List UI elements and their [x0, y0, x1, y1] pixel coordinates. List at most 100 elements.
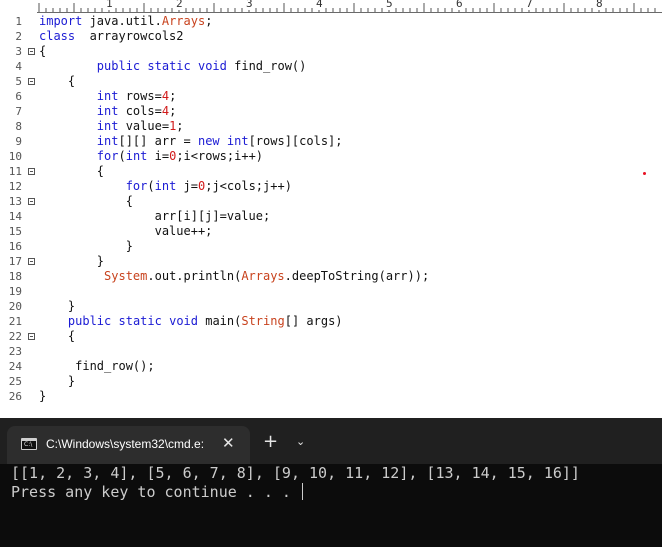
code-token: .out.println( — [147, 269, 242, 283]
code-token: int — [125, 149, 148, 163]
line-number: 25 — [8, 375, 22, 388]
code-line[interactable]: int rows=4; — [39, 89, 177, 104]
code-editor[interactable]: 12345678 1 2 3 4 5 6 7 8 9 10 11 12 13 14 15 16 17 18 19 20… — [0, 0, 662, 418]
code-token: { — [39, 44, 47, 58]
code-line[interactable]: value++; — [39, 224, 213, 239]
code-line[interactable]: System.out.println(Arrays.deepToString(a… — [39, 269, 429, 284]
line-number: 13 — [8, 195, 22, 208]
code-line[interactable]: } — [39, 254, 104, 269]
code-line[interactable]: for(int i=0;i<rows;i++) — [39, 149, 263, 164]
fold-toggle-icon[interactable] — [28, 168, 35, 175]
code-token: class — [39, 29, 76, 43]
code-token: ;j<cols;j++) — [205, 179, 292, 193]
code-token: i= — [147, 149, 170, 163]
code-token: new — [197, 134, 220, 148]
code-line[interactable]: public static void find_row() — [39, 59, 307, 74]
line-number: 18 — [8, 270, 22, 283]
code-line[interactable]: int value=1; — [39, 119, 184, 134]
code-token: void — [169, 314, 198, 328]
code-line[interactable]: int[][] arr = new int[rows][cols]; — [39, 134, 343, 149]
ruler-number: 6 — [455, 0, 464, 10]
code-token: 4 — [161, 104, 170, 118]
line-number: 24 — [8, 360, 22, 373]
line-number: 26 — [8, 390, 22, 403]
output-line: Press any key to continue . . . — [11, 483, 303, 502]
line-number: 17 — [8, 255, 22, 268]
code-token: public — [67, 314, 112, 328]
line-number: 3 — [15, 45, 22, 58]
code-line[interactable]: { — [39, 44, 46, 59]
line-number: 11 — [8, 165, 22, 178]
code-token: ; — [205, 14, 213, 28]
code-token: int — [96, 134, 119, 148]
new-tab-icon[interactable]: + — [263, 432, 278, 452]
code-token: public — [96, 59, 141, 73]
code-line[interactable]: { — [39, 194, 133, 209]
code-token: value= — [118, 119, 170, 133]
line-number: 21 — [8, 315, 22, 328]
code-line[interactable]: { — [39, 74, 75, 89]
code-token: int — [154, 179, 177, 193]
code-token: find_row(); — [39, 359, 155, 373]
code-line[interactable]: public static void main(String[] args) — [39, 314, 343, 329]
code-line[interactable]: class arrayrowcols2 — [39, 29, 184, 44]
code-token: find_row() — [226, 59, 307, 73]
code-token: rows= — [118, 89, 162, 103]
line-number: 15 — [8, 225, 22, 238]
fold-toggle-icon[interactable] — [28, 48, 35, 55]
ruler-number: 2 — [175, 0, 184, 10]
code-token: } — [39, 254, 105, 268]
text-cursor — [301, 483, 303, 500]
chevron-down-icon[interactable]: ⌄ — [296, 435, 305, 449]
code-token: { — [39, 164, 105, 178]
code-token: .deepToString(arr)); — [284, 269, 430, 283]
code-line[interactable]: } — [39, 389, 46, 404]
line-number: 7 — [15, 105, 22, 118]
code-token: { — [39, 74, 76, 88]
output-text: [[1, 2, 3, 4], [5, 6, 7, 8], [9, 10, 11,… — [11, 464, 580, 482]
fold-toggle-icon[interactable] — [28, 198, 35, 205]
code-token: void — [197, 59, 227, 73]
ruler-number: 7 — [525, 0, 534, 10]
code-line[interactable]: } — [39, 374, 75, 389]
code-token: static — [147, 59, 191, 73]
fold-toggle-icon[interactable] — [28, 78, 35, 85]
terminal-output[interactable]: [[1, 2, 3, 4], [5, 6, 7, 8], [9, 10, 11,… — [0, 464, 662, 547]
line-number: 22 — [8, 330, 22, 343]
cmd-icon-label: C:\ — [24, 441, 33, 448]
code-token: cols= — [118, 104, 162, 118]
code-token: ( — [118, 149, 126, 163]
ruler-number: 8 — [595, 0, 604, 10]
line-number: 19 — [8, 285, 22, 298]
code-token: value++; — [39, 224, 213, 238]
code-line[interactable]: find_row(); — [39, 359, 155, 374]
code-token: ; — [169, 89, 177, 103]
code-token: String — [241, 314, 285, 328]
line-number: 1 — [15, 15, 22, 28]
code-line[interactable]: { — [39, 329, 75, 344]
code-line[interactable]: import java.util.Arrays; — [39, 14, 212, 29]
terminal-window[interactable]: C:\ C:\Windows\system32\cmd.e: ✕ + ⌄ [[1… — [0, 418, 662, 547]
code-line[interactable]: { — [39, 164, 104, 179]
code-line[interactable]: arr[i][j]=value; — [39, 209, 271, 224]
line-number: 16 — [8, 240, 22, 253]
code-token: } — [39, 389, 47, 403]
close-icon[interactable]: ✕ — [222, 434, 235, 452]
code-line[interactable]: } — [39, 299, 75, 314]
terminal-tab[interactable]: C:\ C:\Windows\system32\cmd.e: ✕ — [7, 426, 250, 464]
code-line[interactable]: } — [39, 239, 133, 254]
code-token: } — [39, 299, 76, 313]
ruler-number: 3 — [245, 0, 254, 10]
code-line[interactable]: for(int j=0;j<cols;j++) — [39, 179, 292, 194]
code-line[interactable]: int cols=4; — [39, 104, 177, 119]
fold-toggle-icon[interactable] — [28, 333, 35, 340]
fold-toggle-icon[interactable] — [28, 258, 35, 265]
code-token: int — [96, 89, 119, 103]
